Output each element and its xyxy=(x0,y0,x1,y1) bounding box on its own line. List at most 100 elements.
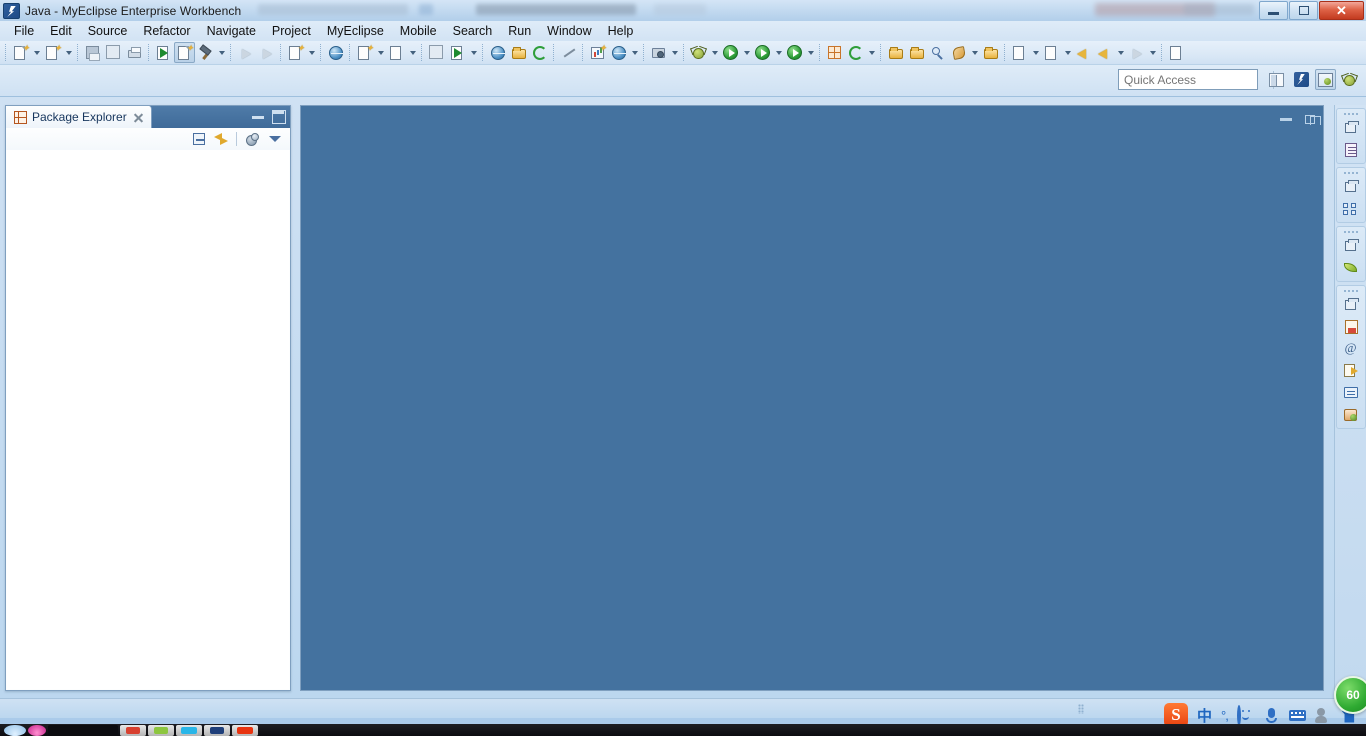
quick-access-input[interactable] xyxy=(1124,72,1257,87)
restore-group-button[interactable] xyxy=(1340,295,1362,315)
analysis-button[interactable] xyxy=(845,42,866,63)
package-explorer-content[interactable] xyxy=(7,150,289,689)
menu-item-file[interactable]: File xyxy=(6,22,42,40)
menu-item-window[interactable]: Window xyxy=(539,22,599,40)
quick-access-box[interactable] xyxy=(1118,69,1258,90)
tab-package-explorer[interactable]: Package Explorer xyxy=(6,106,152,128)
fastview-outline[interactable] xyxy=(1340,199,1362,219)
db-explorer-button[interactable] xyxy=(426,42,447,63)
drag-grip[interactable] xyxy=(1342,111,1359,116)
menu-item-edit[interactable]: Edit xyxy=(42,22,80,40)
minimize-button[interactable] xyxy=(1259,1,1288,20)
myeclipse-dashboard-button[interactable]: ✦ xyxy=(174,42,195,63)
fastview-myeclipse-explorer[interactable] xyxy=(1340,258,1362,278)
menu-item-help[interactable]: Help xyxy=(600,22,642,40)
fastview-console[interactable] xyxy=(1340,383,1362,403)
open-task-button[interactable] xyxy=(906,42,927,63)
new-wizard-button[interactable]: ✦ xyxy=(10,42,31,63)
open-perspective-button[interactable] xyxy=(1265,69,1286,90)
taskbar-app-5[interactable] xyxy=(232,724,258,736)
snapshot-button[interactable] xyxy=(648,42,669,63)
speed-badge[interactable]: 60 xyxy=(1334,676,1366,714)
minimize-icon[interactable] xyxy=(251,110,265,124)
profile-dropdown[interactable] xyxy=(805,42,816,63)
coverage-button[interactable] xyxy=(824,42,845,63)
web-services-dropdown[interactable] xyxy=(629,42,640,63)
web-services-button[interactable] xyxy=(608,42,629,63)
fastview-snippets[interactable]: @ xyxy=(1340,339,1362,359)
ime-mode-label[interactable]: 中 xyxy=(1197,705,1212,726)
minimize-icon[interactable] xyxy=(1279,112,1293,126)
drag-grip[interactable] xyxy=(1342,229,1359,234)
run-history-button[interactable] xyxy=(752,42,773,63)
menu-item-project[interactable]: Project xyxy=(264,22,319,40)
print-button[interactable] xyxy=(124,42,145,63)
search-button[interactable] xyxy=(927,42,948,63)
run-button[interactable] xyxy=(720,42,741,63)
taskbar-app-3[interactable] xyxy=(176,724,202,736)
save-button[interactable] xyxy=(82,42,103,63)
fastview-task-list[interactable] xyxy=(1340,361,1362,381)
open-folder-button[interactable] xyxy=(508,42,529,63)
new-java-project-dropdown[interactable] xyxy=(63,42,74,63)
taskbar-app-2[interactable] xyxy=(148,724,174,736)
restore-icon[interactable] xyxy=(1305,115,1321,125)
menu-item-source[interactable]: Source xyxy=(80,22,136,40)
menu-item-navigate[interactable]: Navigate xyxy=(199,22,264,40)
next-annotation-button[interactable] xyxy=(1009,42,1030,63)
forward-dropdown[interactable] xyxy=(1147,42,1158,63)
maximize-button[interactable] xyxy=(1289,1,1318,20)
link-with-editor-button[interactable] xyxy=(211,130,230,149)
run-history-dropdown[interactable] xyxy=(773,42,784,63)
ime-voice-button[interactable] xyxy=(1263,707,1280,724)
taskbar-start-button[interactable] xyxy=(4,724,26,736)
menu-item-run[interactable]: Run xyxy=(500,22,539,40)
taskbar-app-0[interactable] xyxy=(48,724,118,736)
open-resource-button[interactable] xyxy=(980,42,1001,63)
run-mobile-button[interactable] xyxy=(153,42,174,63)
open-browser-button[interactable] xyxy=(487,42,508,63)
perspective-java[interactable] xyxy=(1291,69,1312,90)
run-dropdown[interactable] xyxy=(741,42,752,63)
restore-group-button[interactable] xyxy=(1340,118,1362,138)
build-button[interactable] xyxy=(195,42,216,63)
restore-group-button[interactable] xyxy=(1340,236,1362,256)
external-tools-dropdown[interactable] xyxy=(969,42,980,63)
redo-button[interactable] xyxy=(256,42,277,63)
save-all-button[interactable] xyxy=(103,42,124,63)
back-dropdown[interactable] xyxy=(1115,42,1126,63)
profile-button[interactable] xyxy=(784,42,805,63)
debug-button[interactable] xyxy=(688,42,709,63)
open-type-button[interactable] xyxy=(885,42,906,63)
ime-punctuation-label[interactable]: °, xyxy=(1221,708,1229,723)
open-sql-editor-dropdown[interactable] xyxy=(468,42,479,63)
forward-button[interactable] xyxy=(1126,42,1147,63)
new-ejb-project-dropdown[interactable] xyxy=(407,42,418,63)
pin-editor-button[interactable] xyxy=(1166,42,1187,63)
deploy-dropdown[interactable] xyxy=(306,42,317,63)
taskbar-app-1[interactable] xyxy=(120,724,146,736)
open-sql-editor-button[interactable] xyxy=(447,42,468,63)
new-report-button[interactable]: ✦ xyxy=(587,42,608,63)
perspective-myeclipse-java-enterprise[interactable] xyxy=(1315,69,1336,90)
taskbar-app-4[interactable] xyxy=(204,724,230,736)
new-wizard-dropdown[interactable] xyxy=(31,42,42,63)
drag-grip[interactable] xyxy=(1342,170,1359,175)
new-java-project-button[interactable]: ✦ xyxy=(42,42,63,63)
menu-item-search[interactable]: Search xyxy=(445,22,501,40)
collapse-all-button[interactable] xyxy=(189,130,208,149)
fastview-servers[interactable] xyxy=(1340,317,1362,337)
external-tools-button[interactable] xyxy=(948,42,969,63)
drag-grip[interactable] xyxy=(1342,288,1359,293)
menu-item-refactor[interactable]: Refactor xyxy=(135,22,198,40)
java-ee-perspective-button[interactable] xyxy=(325,42,346,63)
new-web-project-dropdown[interactable] xyxy=(375,42,386,63)
toggle-validation-button[interactable] xyxy=(558,42,579,63)
debug-dropdown[interactable] xyxy=(709,42,720,63)
restore-group-button[interactable] xyxy=(1340,177,1362,197)
ime-emoji-button[interactable] xyxy=(1236,704,1254,726)
menu-item-myeclipse[interactable]: MyEclipse xyxy=(319,22,392,40)
ime-user-button[interactable] xyxy=(1314,707,1332,724)
editor-area[interactable] xyxy=(300,105,1324,691)
back-button[interactable] xyxy=(1094,42,1115,63)
